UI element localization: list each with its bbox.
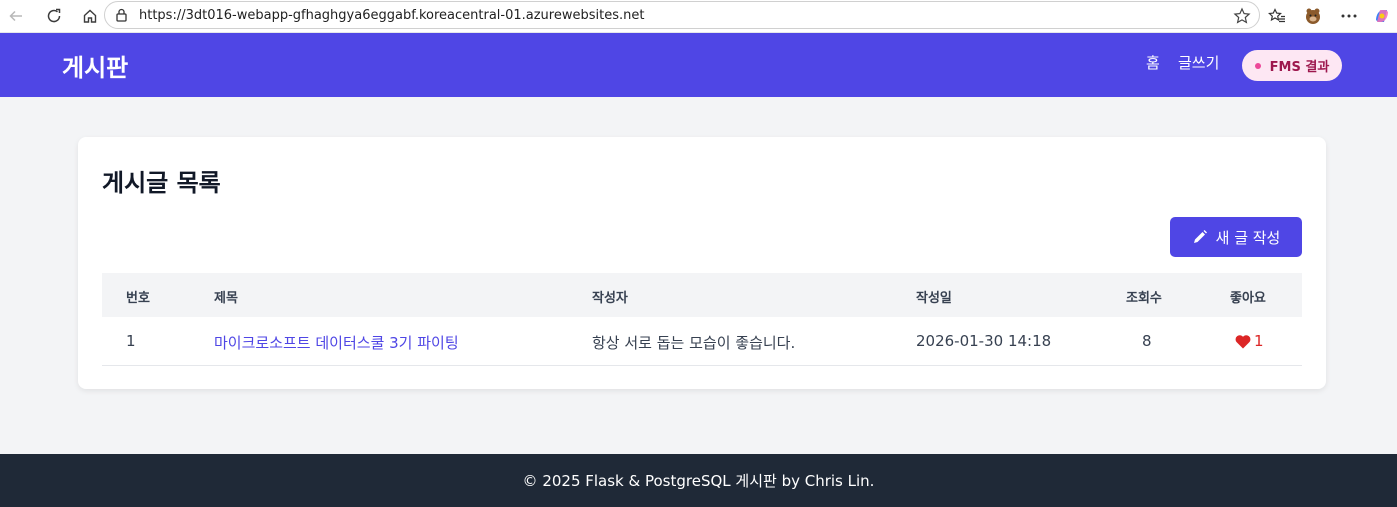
- home-icon[interactable]: [80, 6, 100, 26]
- brand-logo[interactable]: 게시판: [62, 48, 128, 83]
- likes-count: 1: [1254, 332, 1264, 350]
- post-likes[interactable]: 1: [1235, 332, 1264, 350]
- address-bar[interactable]: https://3dt016-webapp-gfhaghgya6eggabf.k…: [104, 1, 1260, 29]
- column-header-date[interactable]: 작성일: [916, 287, 952, 306]
- browser-toolbar: https://3dt016-webapp-gfhaghgya6eggabf.k…: [0, 0, 1397, 33]
- copilot-icon[interactable]: [1372, 6, 1392, 26]
- more-icon[interactable]: [1339, 6, 1359, 26]
- column-header-author[interactable]: 작성자: [592, 287, 628, 306]
- status-dot-icon: [1254, 62, 1261, 69]
- back-icon[interactable]: [6, 6, 26, 26]
- heart-icon: [1235, 334, 1251, 348]
- favorites-icon[interactable]: [1267, 6, 1287, 26]
- post-author: 항상 서로 돕는 모습이 좋습니다.: [592, 334, 796, 352]
- new-post-label: 새 글 작성: [1215, 228, 1281, 247]
- page-title: 게시글 목록: [102, 169, 221, 197]
- table-row: 1 마이크로소프트 데이터스쿨 3기 파이팅 항상 서로 돕는 모습이 좋습니다…: [102, 317, 1302, 366]
- post-list-card: 게시글 목록 새 글 작성 번호 제목 작성자 작성일 조회수 좋아요 1 마이…: [78, 137, 1326, 389]
- column-header-views[interactable]: 조회수: [1126, 287, 1162, 306]
- new-post-button[interactable]: 새 글 작성: [1170, 217, 1302, 257]
- site-footer: © 2025 Flask & PostgreSQL 게시판 by Chris L…: [0, 454, 1397, 507]
- star-icon[interactable]: [1233, 7, 1251, 25]
- nav-write-link[interactable]: 글쓰기: [1178, 52, 1219, 73]
- footer-text: © 2025 Flask & PostgreSQL 게시판 by Chris L…: [522, 472, 875, 490]
- fms-result-button[interactable]: FMS 결과: [1242, 50, 1342, 81]
- lock-icon[interactable]: [115, 8, 129, 22]
- site-header: 게시판 홈 글쓰기 FMS 결과: [0, 33, 1397, 97]
- post-date: 2026-01-30 14:18: [916, 332, 1052, 350]
- pencil-icon: [1192, 229, 1208, 245]
- post-number: 1: [126, 332, 136, 350]
- fms-result-label: FMS 결과: [1269, 60, 1330, 75]
- url-text[interactable]: https://3dt016-webapp-gfhaghgya6eggabf.k…: [139, 8, 644, 23]
- profile-avatar-icon[interactable]: [1303, 6, 1323, 26]
- column-header-likes[interactable]: 좋아요: [1230, 287, 1266, 306]
- post-title-link[interactable]: 마이크로소프트 데이터스쿨 3기 파이팅: [214, 332, 459, 353]
- column-header-no[interactable]: 번호: [126, 287, 150, 306]
- nav-home-link[interactable]: 홈: [1146, 52, 1160, 73]
- column-header-title[interactable]: 제목: [214, 287, 238, 306]
- reload-icon[interactable]: [44, 6, 64, 26]
- table-header: 번호 제목 작성자 작성일 조회수 좋아요: [102, 273, 1302, 317]
- post-views: 8: [1142, 332, 1152, 350]
